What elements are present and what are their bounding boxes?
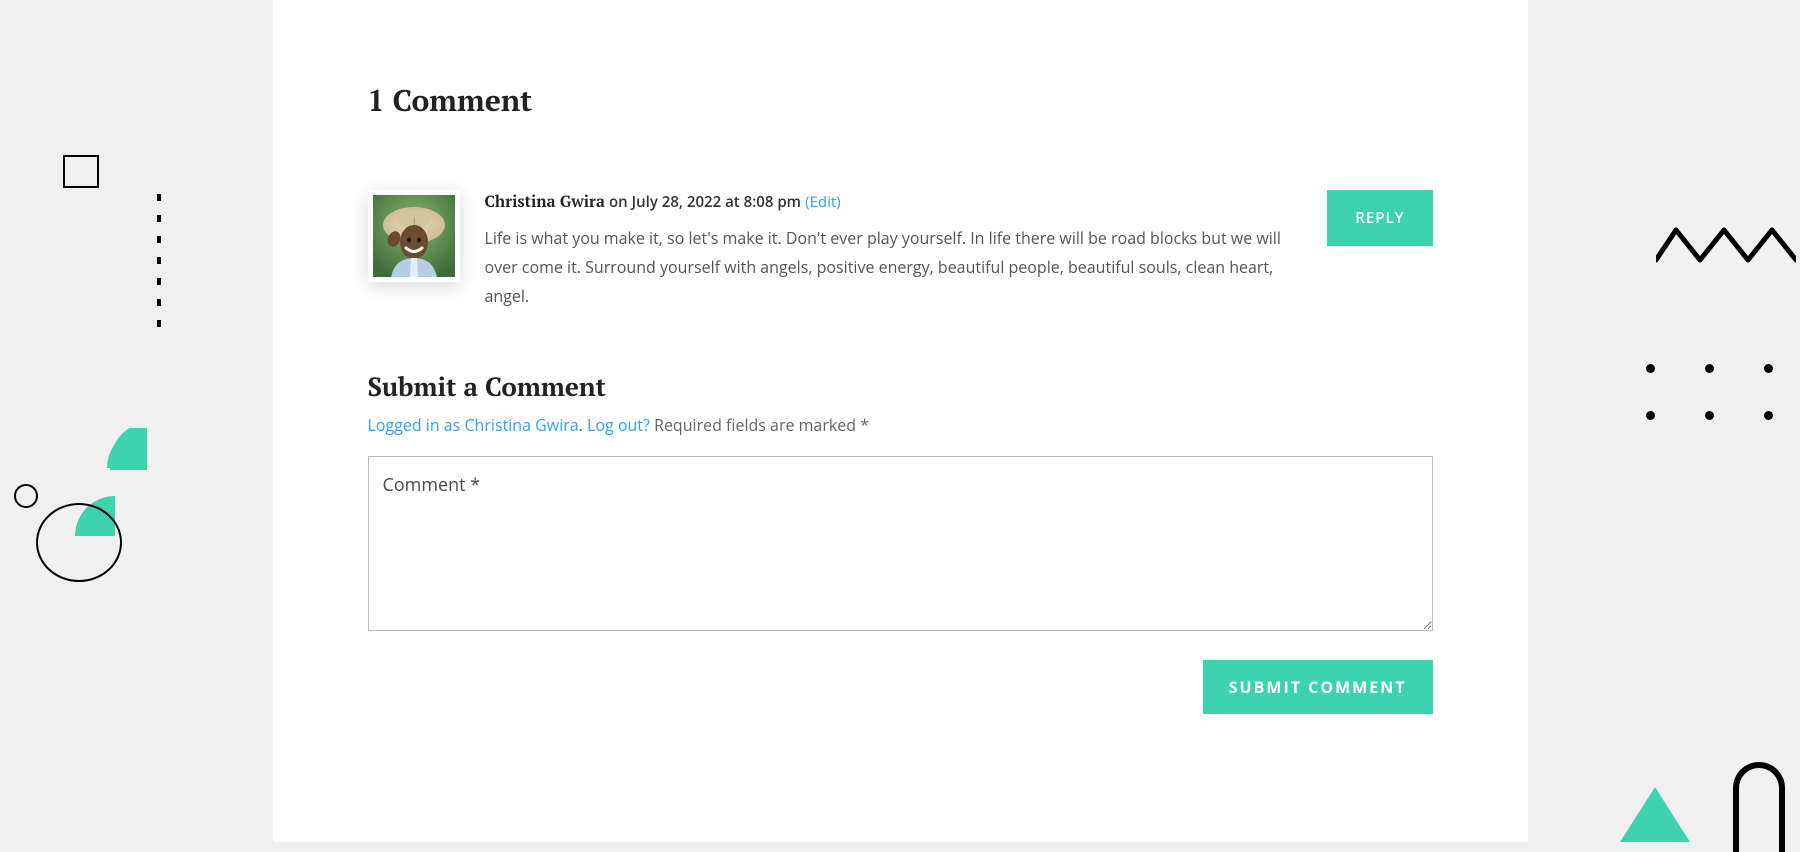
comment-meta: Christina Gwira on July 28, 2022 at 8:08…	[485, 190, 1313, 212]
deco-small-circle-icon	[14, 484, 38, 508]
comment-date: on July 28, 2022 at 8:08 pm	[609, 192, 801, 212]
comment-text: Life is what you make it, so let's make …	[485, 224, 1313, 310]
logged-in-link[interactable]: Logged in as Christina Gwira	[368, 414, 579, 436]
deco-pie-icon	[62, 428, 147, 496]
deco-triangle-icon	[1620, 787, 1690, 842]
reply-button[interactable]: REPLY	[1327, 190, 1432, 246]
deco-dots-icon	[1646, 364, 1773, 420]
deco-zigzag-icon	[1656, 222, 1796, 272]
comment-textarea[interactable]	[368, 456, 1433, 631]
required-note: Required fields are marked *	[650, 414, 869, 436]
login-status: Logged in as Christina Gwira. Log out? R…	[368, 414, 1433, 436]
logout-link[interactable]: Log out?	[587, 414, 650, 436]
avatar	[368, 190, 460, 282]
comments-title: 1 Comment	[368, 80, 1433, 120]
content-area: 1 Comment	[273, 0, 1528, 842]
deco-square-outline-icon	[63, 155, 99, 188]
deco-circle-icon	[36, 503, 122, 582]
deco-dashes-icon	[157, 194, 161, 327]
submit-comment-title: Submit a Comment	[368, 370, 1433, 404]
edit-link[interactable]: (Edit)	[805, 192, 841, 212]
deco-slot-icon	[1733, 762, 1785, 852]
submit-comment-button[interactable]: SUBMIT COMMENT	[1203, 660, 1433, 714]
comment-item: Christina Gwira on July 28, 2022 at 8:08…	[368, 190, 1433, 310]
comment-author[interactable]: Christina Gwira	[485, 190, 605, 212]
